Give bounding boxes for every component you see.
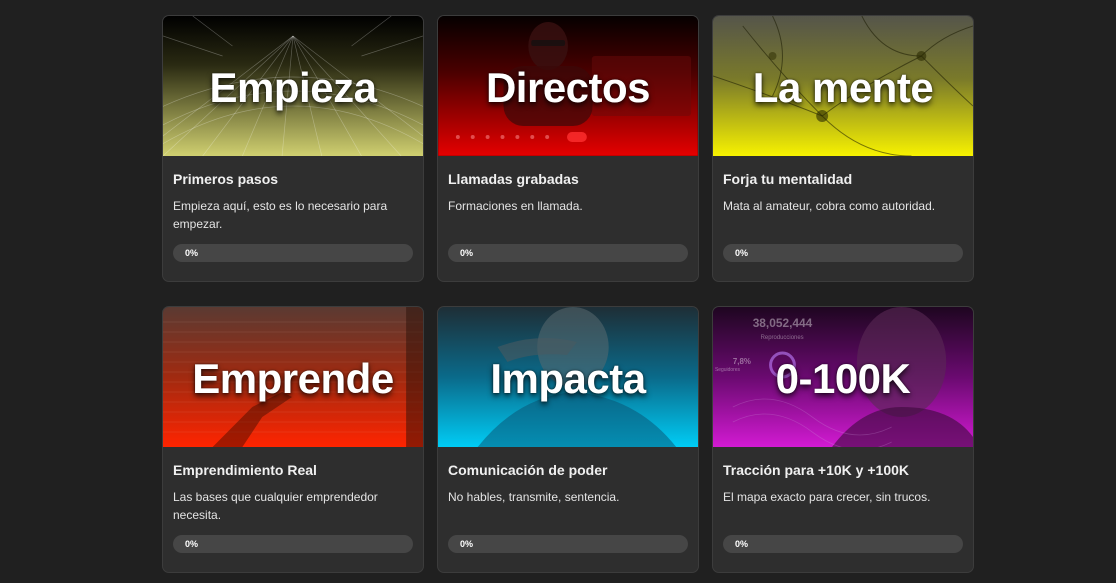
progress-bar: 0% <box>723 244 963 262</box>
course-cover: Directos <box>438 16 698 156</box>
progress-label: 0% <box>735 539 749 549</box>
progress-bar: 0% <box>448 244 688 262</box>
course-description: Las bases que cualquier emprendedor nece… <box>173 490 378 522</box>
stat-number: 38,052,444 <box>753 316 813 330</box>
course-title: Llamadas grabadas <box>448 171 579 187</box>
course-cover: La mente <box>713 16 973 156</box>
course-card-0-100k[interactable]: 38,052,444 Reproducciones 7,8% Seguidore… <box>712 306 974 573</box>
cover-title: Emprende <box>192 355 394 402</box>
course-description: El mapa exacto para crecer, sin trucos. <box>723 490 931 504</box>
course-grid: Empieza Primeros pasos Empieza aquí, est… <box>162 15 974 573</box>
course-card-impacta[interactable]: Impacta Comunicación de poder No hables,… <box>437 306 699 573</box>
course-title: Emprendimiento Real <box>173 462 317 478</box>
course-card-directos[interactable]: Directos Llamadas grabadas Formaciones e… <box>437 15 699 282</box>
course-title: Tracción para +10K y +100K <box>723 462 909 478</box>
progress-bar: 0% <box>173 244 413 262</box>
cover-title: 0-100K <box>775 355 911 402</box>
cover-title: Impacta <box>490 355 646 402</box>
course-title: Forja tu mentalidad <box>723 171 853 187</box>
course-cover: 38,052,444 Reproducciones 7,8% Seguidore… <box>713 307 973 447</box>
course-description: Formaciones en llamada. <box>448 199 583 213</box>
progress-label: 0% <box>735 248 749 258</box>
progress-bar: 0% <box>448 535 688 553</box>
cover-title: La mente <box>752 64 934 111</box>
progress-bar: 0% <box>723 535 963 553</box>
course-card-empieza[interactable]: Empieza Primeros pasos Empieza aquí, est… <box>162 15 424 282</box>
progress-label: 0% <box>460 539 474 549</box>
course-title: Comunicación de poder <box>448 462 608 478</box>
stat-caption: Reproducciones <box>761 335 804 341</box>
course-cover: Emprende <box>163 307 423 447</box>
course-title: Primeros pasos <box>173 171 279 187</box>
progress-label: 0% <box>185 539 199 549</box>
progress-bar: 0% <box>173 535 413 553</box>
course-cover: Empieza <box>163 16 423 156</box>
cover-title: Directos <box>485 64 651 111</box>
course-description: Empieza aquí, esto es lo necesario para … <box>173 199 388 231</box>
course-cover: Impacta <box>438 307 698 447</box>
course-card-emprende[interactable]: Emprende Emprendimiento Real Las bases q… <box>162 306 424 573</box>
course-card-la-mente[interactable]: La mente Forja tu mentalidad Mata al ama… <box>712 15 974 282</box>
cover-title: Empieza <box>209 64 377 111</box>
course-description: No hables, transmite, sentencia. <box>448 490 620 504</box>
progress-label: 0% <box>460 248 474 258</box>
course-description: Mata al amateur, cobra como autoridad. <box>723 199 936 213</box>
progress-label: 0% <box>185 248 199 258</box>
